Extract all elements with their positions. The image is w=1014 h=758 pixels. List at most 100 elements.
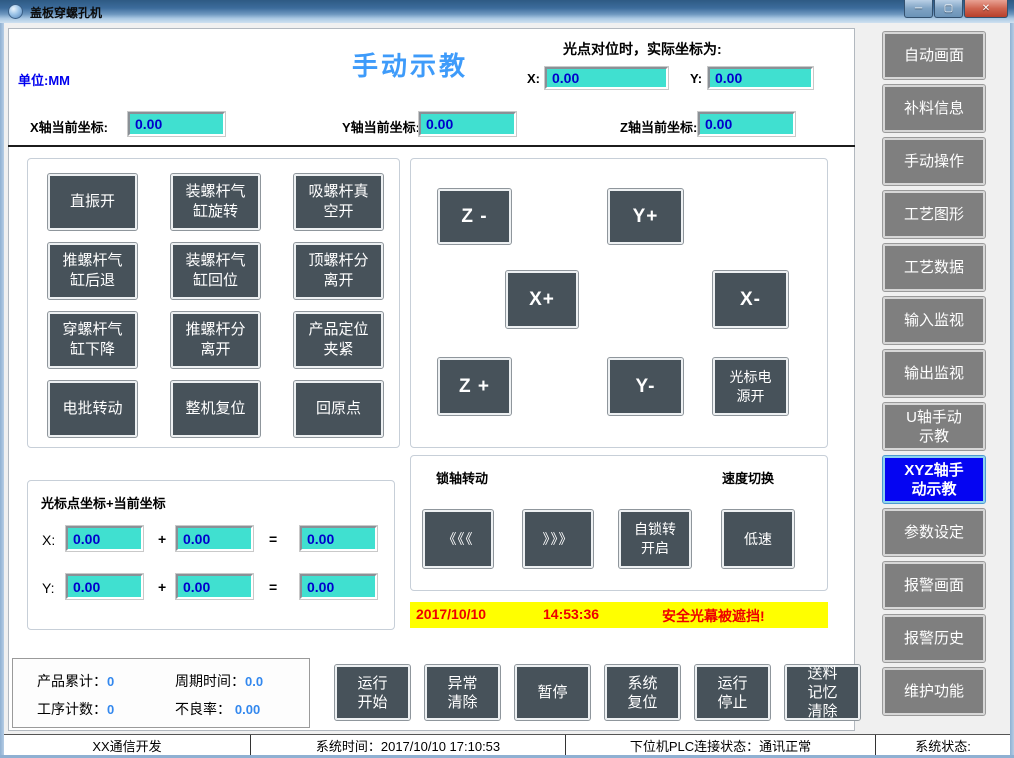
sidebar-item-process-data[interactable]: 工艺数据 xyxy=(883,244,985,291)
status-developer: XX通信开发 xyxy=(4,735,251,755)
y-axis-field[interactable]: 0.00 xyxy=(419,112,516,136)
x-axis-field[interactable]: 0.00 xyxy=(128,112,225,136)
cursor-x-label: X: xyxy=(42,532,55,548)
jog-y-minus-button[interactable]: Y- xyxy=(608,358,683,415)
top-screw-separate-button[interactable]: 顶螺杆分离开 xyxy=(294,243,383,299)
screw-vacuum-on-button[interactable]: 吸螺杆真空开 xyxy=(294,174,383,230)
cursor-x-equals-sign: = xyxy=(269,531,277,547)
lock-axis-left-button[interactable]: 《《《 xyxy=(423,510,493,568)
product-total-stat: 产品累计：0 xyxy=(37,671,114,691)
align-x-label: X: xyxy=(527,71,540,86)
sidebar-item-parameter-setting[interactable]: 参数设定 xyxy=(883,509,985,556)
sidebar-item-output-monitor[interactable]: 输出监视 xyxy=(883,350,985,397)
cursor-y-equals-sign: = xyxy=(269,579,277,595)
feed-memory-clear-button[interactable]: 送料记忆清除 xyxy=(785,665,860,720)
alarm-message: 安全光幕被遮挡! xyxy=(662,606,765,626)
go-home-button[interactable]: 回原点 xyxy=(294,381,383,437)
x-axis-label: X轴当前坐标: xyxy=(30,117,108,136)
speed-toggle-button[interactable]: 低速 xyxy=(722,510,794,568)
cycle-time-value: 0.0 xyxy=(245,674,263,689)
production-stats-box: 产品累计：0 周期时间：0.0 工序计数：0 不良率： 0.00 xyxy=(12,658,310,728)
sidebar-item-xyz-axis-teach[interactable]: XYZ轴手动示教 xyxy=(883,456,985,503)
minimize-button[interactable]: ─ xyxy=(904,0,933,18)
align-y-field[interactable]: 0.00 xyxy=(708,67,813,89)
app-icon xyxy=(8,4,23,19)
screw-cylinder-return-button[interactable]: 装螺杆气缸回位 xyxy=(171,243,260,299)
product-total-label: 产品累计： xyxy=(37,673,107,689)
alarm-date: 2017/10/10 xyxy=(416,606,486,622)
push-screw-separate-button[interactable]: 推螺杆分离开 xyxy=(171,312,260,368)
defect-rate-label: 不良率： xyxy=(175,701,235,717)
jog-z-minus-button[interactable]: Z - xyxy=(438,189,511,244)
pause-button[interactable]: 暂停 xyxy=(515,665,590,720)
cursor-coord-panel: 光标点坐标+当前坐标 X: 0.00 + 0.00 = 0.00 Y: 0.00… xyxy=(27,480,395,630)
cursor-y-label: Y: xyxy=(42,580,54,596)
cursor-y-a-field[interactable]: 0.00 xyxy=(66,574,143,599)
sidebar-item-refill-info[interactable]: 补料信息 xyxy=(883,85,985,132)
lock-axis-panel: 锁轴转动 速度切换 《《《 》》》 自锁转开启 低速 xyxy=(410,455,828,591)
y-axis-label: Y轴当前坐标: xyxy=(342,117,420,136)
sidebar-item-maintenance[interactable]: 维护功能 xyxy=(883,668,985,715)
window-controls: ─ ▢ ✕ xyxy=(903,0,1008,18)
header-divider xyxy=(8,145,855,147)
defect-rate-stat: 不良率： 0.00 xyxy=(175,699,260,719)
status-system-time: 系统时间：2017/10/10 17:10:53 xyxy=(251,735,566,755)
jog-panel: Z - Y+ X+ X- Z + Y- 光标电源开 xyxy=(410,158,828,448)
window-frame-left xyxy=(0,23,4,758)
jog-x-plus-button[interactable]: X+ xyxy=(506,271,578,328)
cursor-x-result-field[interactable]: 0.00 xyxy=(300,526,377,551)
sidebar-item-alarm-screen[interactable]: 报警画面 xyxy=(883,562,985,609)
screw-cylinder-rotate-button[interactable]: 装螺杆气缸旋转 xyxy=(171,174,260,230)
window-title: 盖板穿螺孔机 xyxy=(30,4,102,21)
sidebar-item-input-monitor[interactable]: 输入监视 xyxy=(883,297,985,344)
sidebar-item-manual-operation[interactable]: 手动操作 xyxy=(883,138,985,185)
vibrator-on-button[interactable]: 直振开 xyxy=(48,174,137,230)
sidebar-nav: 自动画面 补料信息 手动操作 工艺图形 工艺数据 输入监视 输出监视 U轴手动示… xyxy=(883,32,985,715)
window-frame-right xyxy=(1010,23,1014,758)
lock-axis-title: 锁轴转动 xyxy=(436,468,488,487)
jog-z-plus-button[interactable]: Z + xyxy=(438,358,511,415)
speed-switch-title: 速度切换 xyxy=(722,468,774,487)
sidebar-item-alarm-history[interactable]: 报警历史 xyxy=(883,615,985,662)
z-axis-label: Z轴当前坐标: xyxy=(620,117,697,136)
cursor-y-result-field[interactable]: 0.00 xyxy=(300,574,377,599)
run-stop-button[interactable]: 运行停止 xyxy=(695,665,770,720)
push-screw-cylinder-back-button[interactable]: 推螺杆气缸后退 xyxy=(48,243,137,299)
system-reset-button[interactable]: 系统复位 xyxy=(605,665,680,720)
align-y-label: Y: xyxy=(690,71,702,86)
action-button-row: 运行开始 异常清除 暂停 系统复位 运行停止 送料记忆清除 xyxy=(335,665,860,720)
align-x-field[interactable]: 0.00 xyxy=(545,67,668,89)
alarm-bar: 2017/10/10 14:53:36 安全光幕被遮挡! xyxy=(410,602,828,628)
driver-rotate-button[interactable]: 电批转动 xyxy=(48,381,137,437)
jog-x-minus-button[interactable]: X- xyxy=(713,271,788,328)
cycle-time-stat: 周期时间：0.0 xyxy=(175,671,263,691)
jog-y-plus-button[interactable]: Y+ xyxy=(608,189,683,244)
machine-reset-button[interactable]: 整机复位 xyxy=(171,381,260,437)
product-clamp-button[interactable]: 产品定位夹紧 xyxy=(294,312,383,368)
lock-axis-right-button[interactable]: 》》》 xyxy=(523,510,593,568)
align-hint-label: 光点对位时，实际坐标为: xyxy=(563,39,722,59)
sidebar-item-process-graphics[interactable]: 工艺图形 xyxy=(883,191,985,238)
cycle-time-label: 周期时间： xyxy=(175,673,245,689)
process-count-label: 工序计数： xyxy=(37,701,107,717)
sidebar-item-auto-screen[interactable]: 自动画面 xyxy=(883,32,985,79)
cursor-y-b-field[interactable]: 0.00 xyxy=(176,574,253,599)
cursor-coord-title: 光标点坐标+当前坐标 xyxy=(41,493,166,512)
self-lock-toggle-button[interactable]: 自锁转开启 xyxy=(619,510,691,568)
thread-screw-cylinder-down-button[interactable]: 穿螺杆气缸下降 xyxy=(48,312,137,368)
cursor-y-plus-sign: + xyxy=(158,579,166,595)
product-total-value: 0 xyxy=(107,674,114,689)
run-start-button[interactable]: 运行开始 xyxy=(335,665,410,720)
app-window: 盖板穿螺孔机 ─ ▢ ✕ 单位:MM 手动示教 光点对位时，实际坐标为: X: … xyxy=(0,0,1014,758)
process-count-value: 0 xyxy=(107,702,114,717)
z-axis-field[interactable]: 0.00 xyxy=(698,112,795,136)
titlebar[interactable]: 盖板穿螺孔机 ─ ▢ ✕ xyxy=(0,0,1014,23)
maximize-button[interactable]: ▢ xyxy=(934,0,963,18)
close-button[interactable]: ✕ xyxy=(964,0,1008,18)
cursor-power-button[interactable]: 光标电源开 xyxy=(713,358,788,415)
error-clear-button[interactable]: 异常清除 xyxy=(425,665,500,720)
cursor-x-a-field[interactable]: 0.00 xyxy=(66,526,143,551)
sidebar-item-u-axis-teach[interactable]: U轴手动示教 xyxy=(883,403,985,450)
unit-label: 单位:MM xyxy=(18,70,70,89)
cursor-x-b-field[interactable]: 0.00 xyxy=(176,526,253,551)
